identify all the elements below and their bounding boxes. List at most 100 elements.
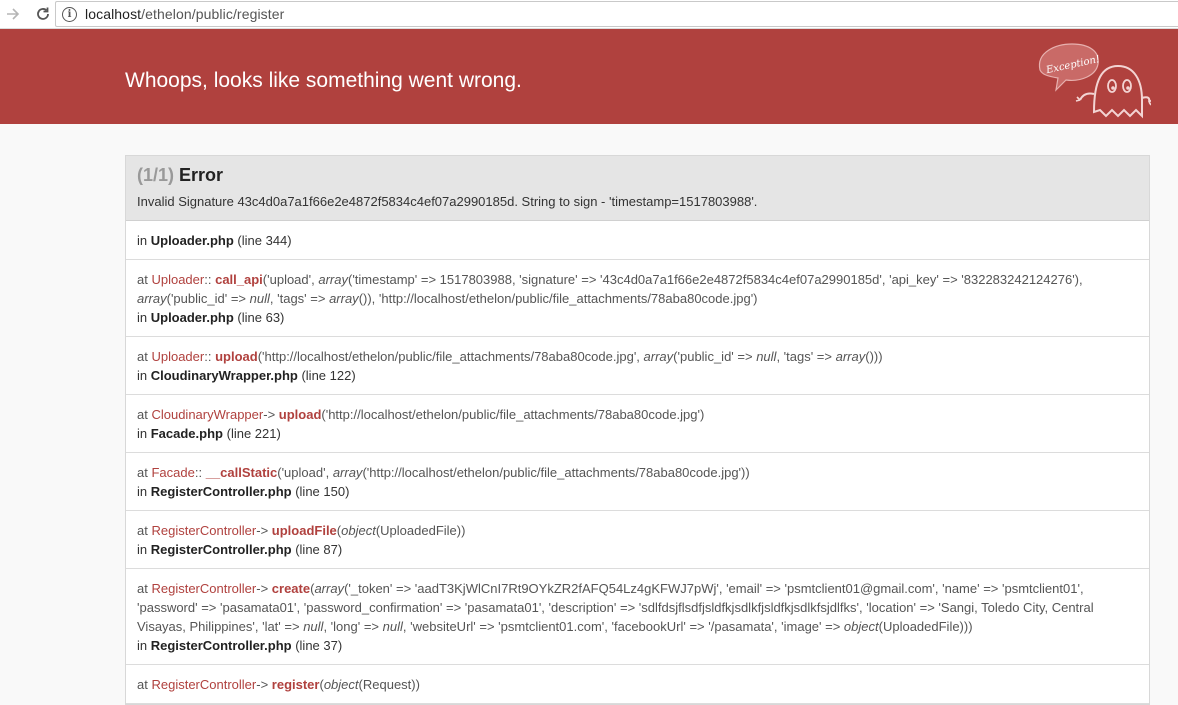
trace-class: RegisterController: [151, 677, 257, 692]
trace-args: ('upload',: [262, 272, 319, 287]
trace-line: (line 150): [295, 484, 350, 499]
trace-args: ()), 'http://localhost/ethelon/public/fi…: [358, 291, 758, 306]
trace-function: __callStatic: [205, 465, 278, 480]
trace-args: (UploadedFile))): [878, 619, 973, 634]
trace-item: at RegisterController-> uploadFile(objec…: [126, 511, 1149, 569]
at-label: at: [137, 523, 152, 538]
at-label: at: [137, 272, 152, 287]
in-label: in: [137, 426, 151, 441]
trace-file: Facade.php: [150, 426, 223, 441]
trace-item: at Uploader:: call_api('upload', array('…: [126, 260, 1149, 337]
trace-separator: ->: [256, 523, 269, 538]
at-label: at: [137, 465, 152, 480]
trace-item: in Uploader.php (line 344): [126, 221, 1149, 260]
trace-separator: ->: [256, 677, 269, 692]
trace-function: upload: [278, 407, 322, 422]
trace-class: RegisterController: [151, 581, 257, 596]
page-title: Whoops, looks like something went wrong.: [125, 69, 522, 92]
in-label: in: [137, 638, 151, 653]
trace-separator: ::: [194, 465, 203, 480]
trace-call: at Facade:: __callStatic('upload', array…: [137, 463, 1138, 482]
null-keyword: null: [303, 619, 324, 634]
trace-class: CloudinaryWrapper: [151, 407, 264, 422]
exception-container: (1/1) Error Invalid Signature 43c4d0a7a1…: [125, 155, 1150, 705]
trace-line: (line 37): [295, 638, 343, 653]
trace-function: upload: [215, 349, 258, 364]
trace-separator: ->: [256, 581, 269, 596]
trace-args: ('http://localhost/ethelon/public/file_a…: [321, 407, 705, 422]
trace-function: call_api: [215, 272, 263, 287]
null-keyword: null: [382, 619, 403, 634]
trace-args: ('upload',: [277, 465, 333, 480]
trace-file: Uploader.php: [150, 233, 234, 248]
trace-file: Uploader.php: [150, 310, 234, 325]
exception-type: Error: [179, 165, 224, 185]
trace-args: , 'long' =>: [323, 619, 383, 634]
trace-separator: ::: [204, 272, 212, 287]
trace-class: RegisterController: [151, 523, 257, 538]
browser-toolbar: i localhost/ethelon/public/register: [0, 0, 1178, 29]
array-keyword: array: [332, 465, 363, 480]
trace-class: Uploader: [151, 272, 205, 287]
trace-args: ('public_id' =>: [166, 291, 250, 306]
array-keyword: array: [137, 291, 167, 306]
at-label: at: [137, 677, 152, 692]
exception-block: (1/1) Error Invalid Signature 43c4d0a7a1…: [125, 155, 1150, 705]
exception-count: (1/1): [137, 165, 175, 185]
in-label: in: [137, 233, 151, 248]
in-label: in: [137, 310, 151, 325]
trace-line: (line 221): [226, 426, 281, 441]
forward-arrow-icon[interactable]: [2, 3, 24, 25]
trace-call: at RegisterController-> uploadFile(objec…: [137, 521, 1138, 540]
url-path: /ethelon/public/register: [141, 6, 285, 22]
exception-heading: (1/1) Error: [137, 164, 1138, 186]
trace-call: at Uploader:: call_api('upload', array('…: [137, 270, 1138, 308]
error-header: Whoops, looks like something went wrong.…: [0, 29, 1178, 124]
trace-line: (line 87): [295, 542, 343, 557]
trace-file-line: in RegisterController.php (line 87): [137, 540, 1138, 559]
array-keyword: array: [643, 349, 674, 364]
trace-class: Facade: [151, 465, 195, 480]
trace-file: RegisterController.php: [150, 542, 292, 557]
in-label: in: [137, 542, 151, 557]
trace-args: (Request)): [358, 677, 420, 692]
trace-call: at RegisterController-> create(array('_t…: [137, 579, 1138, 636]
url-text[interactable]: localhost/ethelon/public/register: [85, 6, 284, 22]
object-keyword: object: [341, 523, 376, 538]
object-keyword: object: [843, 619, 879, 634]
array-keyword: array: [329, 291, 359, 306]
trace-file-line: in RegisterController.php (line 150): [137, 482, 1138, 501]
null-keyword: null: [756, 349, 777, 364]
in-label: in: [137, 484, 151, 499]
reload-icon[interactable]: [32, 3, 54, 25]
null-keyword: null: [249, 291, 270, 306]
trace-args: ('http://localhost/ethelon/public/file_a…: [362, 465, 750, 480]
trace-args: , 'tags' =>: [269, 291, 330, 306]
trace-item: at Facade:: __callStatic('upload', array…: [126, 453, 1149, 511]
trace-call: at CloudinaryWrapper-> upload('http://lo…: [137, 405, 1138, 424]
url-host: localhost: [85, 6, 142, 22]
trace-file: RegisterController.php: [150, 484, 292, 499]
trace-line: (line 63): [237, 310, 285, 325]
address-bar[interactable]: i localhost/ethelon/public/register: [55, 1, 1178, 27]
info-icon[interactable]: i: [62, 6, 77, 22]
trace-file: CloudinaryWrapper.php: [150, 368, 298, 383]
at-label: at: [137, 349, 152, 364]
trace-file-line: in Facade.php (line 221): [137, 424, 1138, 443]
exception-ghost-logo: Exception!: [1036, 40, 1153, 125]
trace-file-line: in Uploader.php (line 344): [137, 231, 1138, 250]
trace-call: at RegisterController-> register(object(…: [137, 675, 1138, 694]
trace-args: ('timestamp' => 1517803988, 'signature' …: [347, 272, 1083, 287]
trace-separator: ->: [263, 407, 276, 422]
trace-args: , 'tags' =>: [776, 349, 836, 364]
trace-args: ('http://localhost/ethelon/public/file_a…: [257, 349, 644, 364]
trace-separator: ::: [204, 349, 212, 364]
trace-function: uploadFile: [271, 523, 337, 538]
trace-function: register: [271, 677, 320, 692]
trace-class: Uploader: [151, 349, 205, 364]
at-label: at: [137, 407, 152, 422]
array-keyword: array: [318, 272, 348, 287]
trace-file-line: in RegisterController.php (line 37): [137, 636, 1138, 655]
trace-args: (UploadedFile)): [375, 523, 466, 538]
exception-message: Invalid Signature 43c4d0a7a1f66e2e4872f5…: [137, 194, 758, 209]
